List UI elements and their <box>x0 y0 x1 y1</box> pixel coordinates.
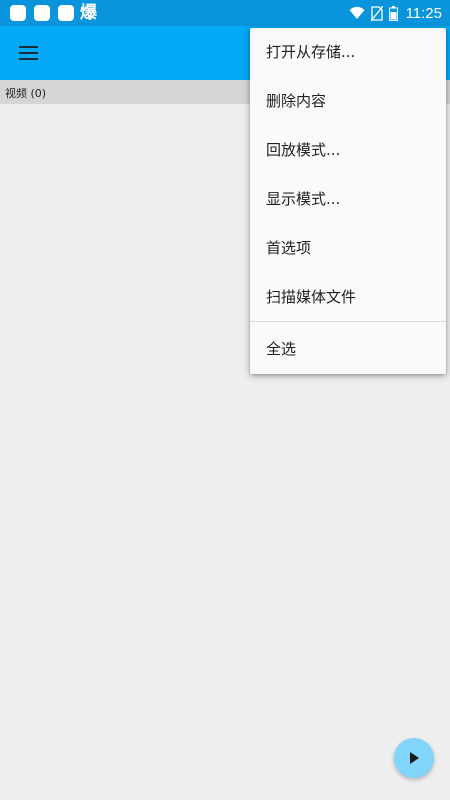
menu-item-label: 删除内容 <box>266 92 327 110</box>
menu-item-label: 回放模式... <box>266 141 341 159</box>
menu-item-scan-media[interactable]: 扫描媒体文件 <box>250 273 446 322</box>
notification-square-icon <box>34 5 50 21</box>
screen: 爆 11:25 视频 (0) 打开从存储... 删除内容 回放模式... 显示模… <box>0 0 450 800</box>
notification-square-icon <box>58 5 74 21</box>
menu-item-label: 全选 <box>266 340 297 358</box>
status-bar: 爆 11:25 <box>0 0 450 26</box>
battery-icon <box>388 5 398 21</box>
menu-item-label: 首选项 <box>266 239 312 257</box>
no-sim-icon <box>370 5 383 21</box>
menu-item-label: 显示模式... <box>266 190 341 208</box>
menu-item-display-mode[interactable]: 显示模式... <box>250 175 446 224</box>
hamburger-menu-icon <box>18 46 38 60</box>
menu-item-open-from-storage[interactable]: 打开从存储... <box>250 28 446 77</box>
menu-item-preferences[interactable]: 首选项 <box>250 224 446 273</box>
menu-divider <box>250 321 446 322</box>
section-label: 视频 (0) <box>5 87 47 100</box>
status-icons: 11:25 <box>349 0 442 26</box>
menu-item-playback-mode[interactable]: 回放模式... <box>250 126 446 175</box>
wifi-icon <box>349 6 365 19</box>
play-fab-button[interactable] <box>394 738 434 778</box>
menu-item-label: 扫描媒体文件 <box>266 288 357 306</box>
notification-glyph: 爆 <box>80 3 97 23</box>
menu-button[interactable] <box>8 33 48 73</box>
menu-item-select-all[interactable]: 全选 <box>250 325 446 374</box>
notification-square-icon <box>10 5 26 21</box>
play-icon <box>410 752 419 764</box>
menu-item-label: 打开从存储... <box>266 43 356 61</box>
status-time: 11:25 <box>405 4 442 22</box>
menu-item-delete-content[interactable]: 删除内容 <box>250 77 446 126</box>
overflow-menu: 打开从存储... 删除内容 回放模式... 显示模式... 首选项 扫描媒体文件… <box>250 28 446 374</box>
